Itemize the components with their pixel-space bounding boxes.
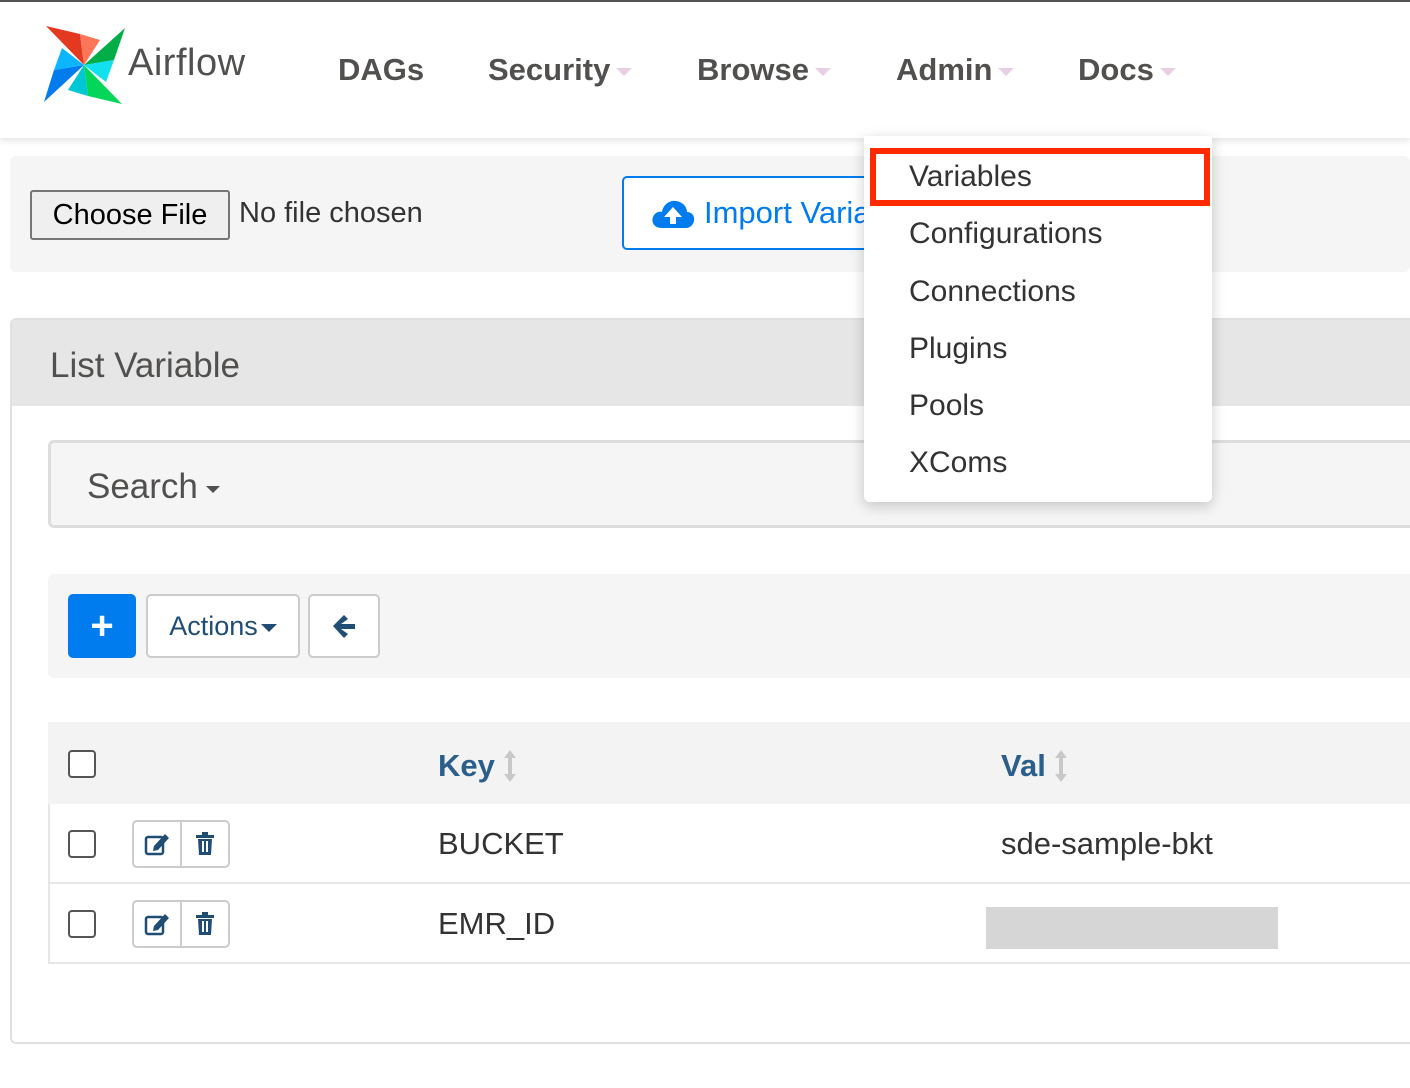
edit-icon — [144, 834, 169, 856]
row-action-group — [132, 820, 230, 868]
admin-dropdown-menu: Variables Configurations Connections Plu… — [864, 136, 1212, 502]
sort-icon — [1054, 750, 1067, 782]
search-label: Search — [87, 467, 198, 506]
menu-item-pools[interactable]: Pools — [909, 389, 984, 423]
nav-dags-label: DAGs — [338, 52, 425, 87]
column-key-label: Key — [438, 748, 495, 783]
actions-label: Actions — [169, 610, 258, 641]
caret-down-icon — [616, 68, 633, 76]
nav-security[interactable]: Security — [488, 52, 633, 88]
cloud-upload-icon — [652, 200, 695, 228]
caret-down-icon — [814, 68, 831, 76]
row-divider — [48, 962, 1410, 964]
menu-item-plugins[interactable]: Plugins — [909, 332, 1007, 366]
redacted-value — [986, 907, 1278, 949]
sort-icon — [503, 750, 516, 782]
caret-down-icon — [260, 624, 277, 632]
delete-button[interactable] — [180, 902, 228, 946]
edit-button[interactable] — [134, 902, 180, 946]
menu-item-connections[interactable]: Connections — [909, 275, 1076, 309]
trash-icon — [196, 832, 214, 855]
edit-icon — [144, 914, 169, 936]
column-header-val[interactable]: Val — [1001, 748, 1068, 784]
column-header-key[interactable]: Key — [438, 748, 517, 784]
nav-admin[interactable]: Admin — [896, 52, 1015, 88]
navbar: Airflow DAGs Security Browse Admin Docs — [0, 2, 1410, 138]
nav-dags[interactable]: DAGs — [338, 52, 424, 88]
arrow-left-icon — [333, 615, 355, 638]
delete-button[interactable] — [180, 822, 228, 866]
nav-admin-label: Admin — [896, 52, 993, 87]
caret-down-icon — [1159, 68, 1176, 76]
airflow-logo-icon[interactable] — [42, 24, 126, 106]
brand-name[interactable]: Airflow — [128, 42, 246, 85]
nav-security-label: Security — [488, 52, 611, 87]
menu-item-variables[interactable]: Variables — [909, 160, 1032, 194]
choose-file-button[interactable]: Choose File — [30, 190, 230, 240]
nav-browse[interactable]: Browse — [697, 52, 831, 88]
no-file-chosen-text: No file chosen — [239, 197, 423, 229]
row-checkbox[interactable] — [68, 910, 96, 938]
actions-dropdown-button[interactable]: Actions — [146, 594, 300, 658]
row-checkbox[interactable] — [68, 830, 96, 858]
back-button[interactable] — [308, 594, 380, 658]
caret-down-icon — [205, 485, 220, 493]
edit-button[interactable] — [134, 822, 180, 866]
nav-docs-label: Docs — [1078, 52, 1154, 87]
menu-item-configurations[interactable]: Configurations — [909, 217, 1102, 251]
row-key-cell: EMR_ID — [438, 906, 556, 941]
nav-browse-label: Browse — [697, 52, 809, 87]
trash-icon — [196, 912, 214, 935]
row-key-cell: BUCKET — [438, 826, 564, 861]
row-divider — [48, 882, 1410, 884]
menu-item-xcoms[interactable]: XComs — [909, 446, 1007, 480]
add-variable-button[interactable]: + — [68, 594, 136, 658]
select-all-checkbox[interactable] — [68, 750, 96, 778]
row-action-group — [132, 900, 230, 948]
caret-down-icon — [998, 68, 1015, 76]
nav-docs[interactable]: Docs — [1078, 52, 1176, 88]
search-toggle[interactable]: Search — [87, 467, 220, 507]
table-header — [48, 722, 1410, 804]
row-val-cell: sde-sample-bkt — [1001, 826, 1213, 861]
table-left-border — [48, 804, 50, 964]
column-val-label: Val — [1001, 748, 1046, 783]
page-title: List Variable — [50, 346, 241, 385]
